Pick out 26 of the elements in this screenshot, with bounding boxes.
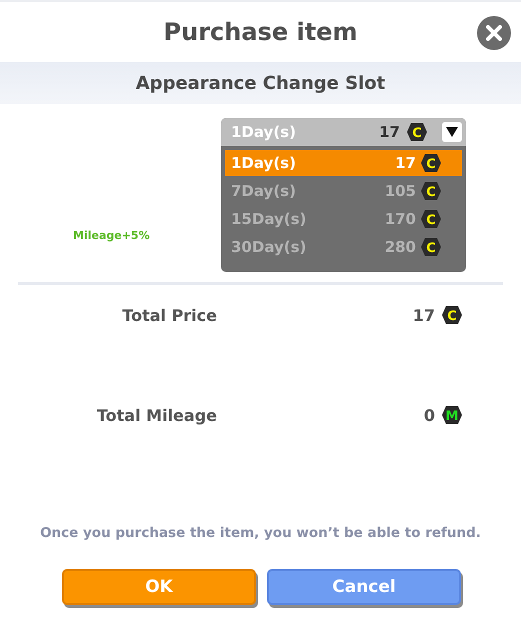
coin-icon: C — [420, 181, 442, 201]
coin-icon: C — [420, 209, 442, 229]
total-value: 17 — [412, 306, 435, 324]
coin-icon: C — [441, 305, 463, 325]
item-name: Appearance Change Slot — [136, 72, 386, 94]
mileage-bonus: Mileage+5% — [73, 229, 151, 242]
close-button[interactable] — [477, 16, 511, 50]
dropdown-toggle[interactable] — [442, 122, 462, 142]
total-label: Total Price — [121, 306, 217, 324]
total-label: Total Mileage — [96, 406, 217, 424]
period-option[interactable]: 7Day(s) 105 C — [225, 178, 462, 204]
coin-icon: C — [406, 122, 428, 142]
period-option[interactable]: 1Day(s) 17 C — [225, 150, 462, 176]
caret-icon — [446, 127, 458, 137]
total-value: 0 — [422, 406, 435, 424]
refund-notice: Once you purchase the item, you won’t be able to refund. — [39, 525, 482, 541]
coin-icon: M — [441, 405, 463, 425]
dialog-title: Purchase item — [164, 18, 358, 46]
dropdown-price: 17 — [379, 123, 400, 141]
dropdown-value: 1Day(s) — [231, 123, 297, 141]
coin-icon: C — [420, 237, 442, 257]
period-dropdown[interactable]: 1Day(s) 17 C 1Day(s) 17 C 7Day(s) 105 C 15Day(s) 170 C 30Day(s) 280 C — [221, 118, 466, 272]
period-option[interactable]: 15Day(s) 170 C — [225, 206, 462, 232]
close-icon — [485, 24, 503, 42]
coin-icon: C — [420, 153, 442, 173]
period-option[interactable]: 30Day(s) 280 C — [225, 234, 462, 260]
